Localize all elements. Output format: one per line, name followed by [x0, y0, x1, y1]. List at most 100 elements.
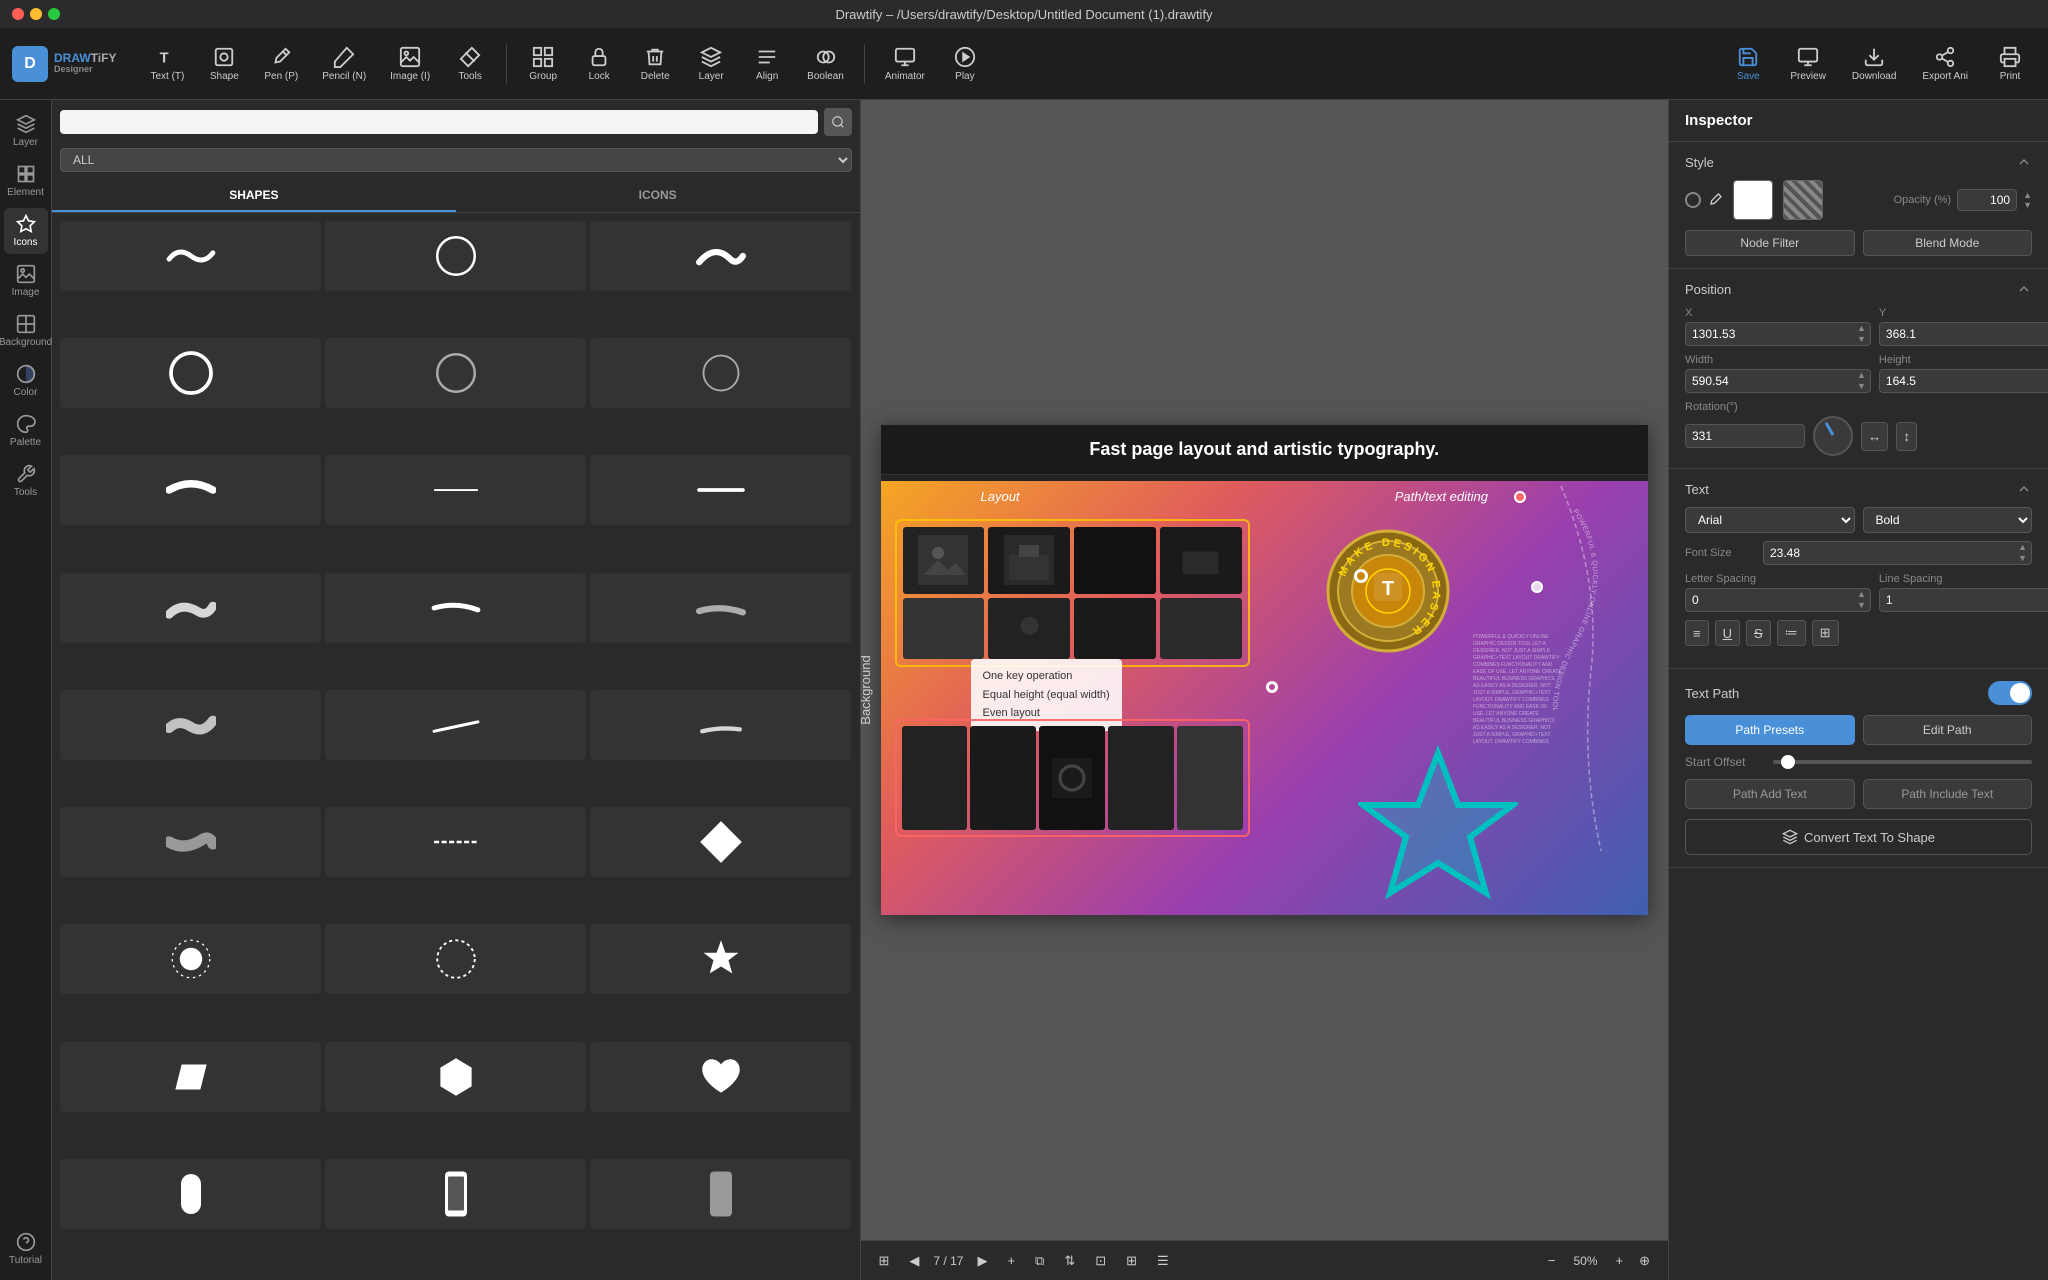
canvas-document[interactable]: Fast page layout and artistic typography…	[881, 425, 1649, 915]
text-collapse-icon[interactable]	[2016, 481, 2032, 497]
x-input[interactable]	[1686, 323, 1853, 345]
toolbar-delete[interactable]: Delete	[629, 40, 681, 88]
width-up[interactable]: ▲	[1857, 370, 1866, 381]
toolbar-image[interactable]: Image (I)	[380, 40, 440, 88]
grid-view-button[interactable]: ⊞	[873, 1250, 896, 1272]
toolbar-animator[interactable]: Animator	[875, 40, 935, 88]
control-point-1[interactable]	[1514, 491, 1526, 503]
x-up[interactable]: ▲	[1857, 323, 1866, 334]
height-input[interactable]	[1880, 370, 2047, 392]
y-input[interactable]	[1880, 323, 2047, 345]
shape-brush-7[interactable]	[60, 690, 321, 760]
shape-circle-dotted[interactable]	[325, 924, 586, 994]
add-page-button[interactable]: +	[1001, 1250, 1021, 1271]
shape-line-1[interactable]	[325, 455, 586, 525]
sidebar-item-background[interactable]: Background	[4, 308, 48, 354]
fill-type-pencil[interactable]	[1707, 192, 1723, 208]
edit-path-button[interactable]: Edit Path	[1863, 715, 2033, 745]
toolbar-pencil[interactable]: Pencil (N)	[312, 40, 376, 88]
window-controls[interactable]	[12, 8, 60, 20]
sidebar-item-image[interactable]: Image	[4, 258, 48, 304]
toolbar-align[interactable]: Align	[741, 40, 793, 88]
rotation-input[interactable]	[1686, 425, 1805, 447]
flip-v-button[interactable]: ↕	[1896, 422, 1917, 451]
blend-mode-button[interactable]: Blend Mode	[1863, 230, 2033, 256]
shape-brush-6[interactable]	[590, 573, 851, 643]
control-point-3[interactable]	[1531, 581, 1543, 593]
tab-shapes[interactable]: SHAPES	[52, 180, 456, 212]
opacity-input[interactable]	[1957, 189, 2017, 211]
search-button[interactable]	[824, 108, 852, 136]
sidebar-item-icons[interactable]: Icons	[4, 208, 48, 254]
frame-button[interactable]: ⊞	[1120, 1250, 1143, 1272]
table-button[interactable]: ⊞	[1812, 620, 1839, 646]
line-spacing-input[interactable]	[1880, 589, 2047, 611]
next-page-button[interactable]: ▶	[971, 1250, 993, 1272]
shape-brush-4[interactable]	[60, 573, 321, 643]
position-collapse-icon[interactable]	[2016, 281, 2032, 297]
color-swatch-pattern[interactable]	[1783, 180, 1823, 220]
shape-brush-9[interactable]	[590, 690, 851, 760]
shape-circle-ring-2[interactable]	[325, 338, 586, 408]
sidebar-item-tutorial[interactable]: Tutorial	[4, 1226, 48, 1272]
toolbar-play[interactable]: Play	[939, 40, 991, 88]
toolbar-lock[interactable]: Lock	[573, 40, 625, 88]
shape-diamond[interactable]	[590, 807, 851, 877]
toolbar-group[interactable]: Group	[517, 40, 569, 88]
shape-hexagon[interactable]	[325, 1042, 586, 1112]
toolbar-tools[interactable]: Tools	[444, 40, 496, 88]
underline-button[interactable]: U	[1715, 620, 1740, 646]
maximize-button[interactable]	[48, 8, 60, 20]
toolbar-preview[interactable]: Preview	[1780, 40, 1836, 88]
node-filter-button[interactable]: Node Filter	[1685, 230, 1855, 256]
path-include-text-button[interactable]: Path Include Text	[1863, 779, 2033, 809]
rotation-dial[interactable]	[1813, 416, 1853, 456]
sidebar-item-tools[interactable]: Tools	[4, 458, 48, 504]
toolbar-text[interactable]: T Text (T)	[140, 40, 194, 88]
toolbar-boolean[interactable]: Boolean	[797, 40, 854, 88]
convert-text-to-shape-button[interactable]: Convert Text To Shape	[1685, 819, 2032, 855]
shape-circle-ring-1[interactable]	[60, 338, 321, 408]
toolbar-save[interactable]: Save	[1722, 40, 1774, 88]
opacity-down[interactable]: ▼	[2023, 200, 2032, 210]
ls-up[interactable]: ▲	[1857, 589, 1866, 600]
width-down[interactable]: ▼	[1857, 381, 1866, 392]
toolbar-layer[interactable]: Layer	[685, 40, 737, 88]
sidebar-item-palette[interactable]: Palette	[4, 408, 48, 454]
close-button[interactable]	[12, 8, 24, 20]
shape-brush-3[interactable]	[60, 455, 321, 525]
path-add-text-button[interactable]: Path Add Text	[1685, 779, 1855, 809]
strikethrough-button[interactable]: S	[1746, 620, 1771, 646]
font-size-down[interactable]: ▼	[2018, 553, 2027, 564]
shape-star-of-david[interactable]	[590, 924, 851, 994]
zoom-out-button[interactable]: −	[1542, 1250, 1562, 1271]
sidebar-item-layer[interactable]: Layer	[4, 108, 48, 154]
shape-line-3[interactable]	[325, 807, 586, 877]
shape-line-2[interactable]	[590, 455, 851, 525]
shape-heart[interactable]	[590, 1042, 851, 1112]
control-point-4[interactable]	[1266, 681, 1278, 693]
width-input[interactable]	[1686, 370, 1853, 392]
filter-select[interactable]: ALL Lines Circles Shapes	[60, 148, 852, 172]
arrange-button[interactable]: ⇅	[1058, 1250, 1081, 1272]
align-left-button[interactable]: ≡	[1685, 620, 1709, 646]
shape-circle-ring-3[interactable]	[590, 338, 851, 408]
text-path-toggle[interactable]	[1988, 681, 2032, 705]
shape-pill[interactable]	[60, 1159, 321, 1229]
toolbar-shape[interactable]: Shape	[198, 40, 250, 88]
toolbar-print[interactable]: Print	[1984, 40, 2036, 88]
shape-circle-1[interactable]	[325, 221, 586, 291]
font-size-up[interactable]: ▲	[2018, 542, 2027, 553]
shape-brush-1[interactable]	[60, 221, 321, 291]
page-settings-button[interactable]: ☰	[1151, 1250, 1175, 1272]
toolbar-pen[interactable]: Pen (P)	[254, 40, 308, 88]
flip-h-button[interactable]: ↔	[1861, 422, 1888, 451]
ls-down[interactable]: ▼	[1857, 600, 1866, 611]
sidebar-item-element[interactable]: Element	[4, 158, 48, 204]
style-collapse-icon[interactable]	[2016, 154, 2032, 170]
shape-brush-5[interactable]	[325, 573, 586, 643]
toolbar-download[interactable]: Download	[1842, 40, 1906, 88]
bullet-button[interactable]: ≔	[1777, 620, 1806, 646]
font-weight-select[interactable]: Bold Regular Italic	[1863, 507, 2033, 533]
toolbar-export[interactable]: Export Ani	[1912, 40, 1978, 88]
